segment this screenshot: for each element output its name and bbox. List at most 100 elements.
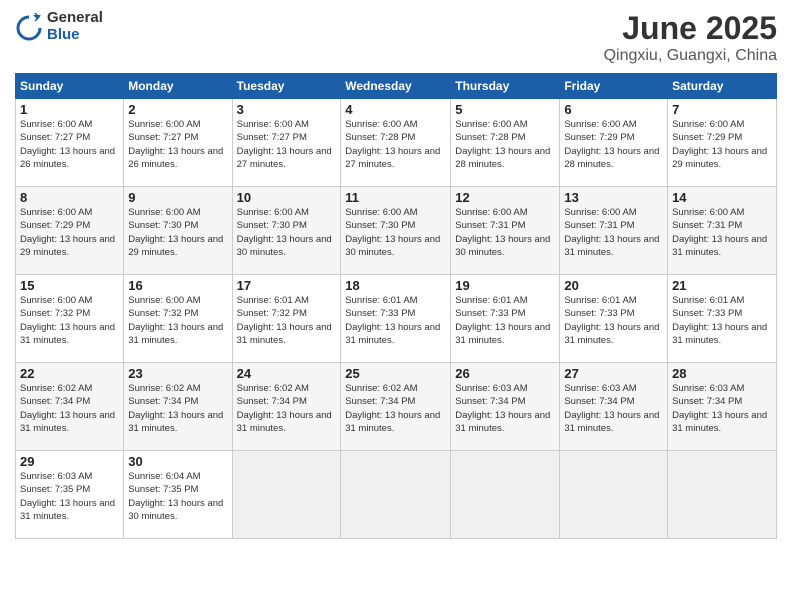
day-number: 1 — [20, 102, 119, 117]
day-number: 15 — [20, 278, 119, 293]
table-row: 11 Sunrise: 6:00 AM Sunset: 7:30 PM Dayl… — [341, 187, 451, 275]
cell-info: Sunrise: 6:01 AM Sunset: 7:33 PM Dayligh… — [672, 294, 772, 347]
header-tuesday: Tuesday — [232, 74, 341, 99]
cell-info: Sunrise: 6:01 AM Sunset: 7:33 PM Dayligh… — [564, 294, 663, 347]
day-number: 23 — [128, 366, 227, 381]
table-row: 29 Sunrise: 6:03 AM Sunset: 7:35 PM Dayl… — [16, 451, 124, 539]
calendar-table: Sunday Monday Tuesday Wednesday Thursday… — [15, 73, 777, 539]
day-number: 22 — [20, 366, 119, 381]
page: General Blue June 2025 Qingxiu, Guangxi,… — [0, 0, 792, 612]
day-number: 5 — [455, 102, 555, 117]
cell-info: Sunrise: 6:00 AM Sunset: 7:29 PM Dayligh… — [672, 118, 772, 171]
table-row: 10 Sunrise: 6:00 AM Sunset: 7:30 PM Dayl… — [232, 187, 341, 275]
cell-info: Sunrise: 6:03 AM Sunset: 7:34 PM Dayligh… — [564, 382, 663, 435]
day-number: 27 — [564, 366, 663, 381]
day-number: 8 — [20, 190, 119, 205]
cell-info: Sunrise: 6:00 AM Sunset: 7:32 PM Dayligh… — [20, 294, 119, 347]
table-row: 1 Sunrise: 6:00 AM Sunset: 7:27 PM Dayli… — [16, 99, 124, 187]
cell-info: Sunrise: 6:00 AM Sunset: 7:31 PM Dayligh… — [455, 206, 555, 259]
header-thursday: Thursday — [451, 74, 560, 99]
table-row: 4 Sunrise: 6:00 AM Sunset: 7:28 PM Dayli… — [341, 99, 451, 187]
logo-general: General — [47, 10, 103, 27]
day-number: 14 — [672, 190, 772, 205]
cell-info: Sunrise: 6:00 AM Sunset: 7:30 PM Dayligh… — [237, 206, 337, 259]
header: General Blue June 2025 Qingxiu, Guangxi,… — [15, 10, 777, 65]
table-row: 25 Sunrise: 6:02 AM Sunset: 7:34 PM Dayl… — [341, 363, 451, 451]
logo-text: General Blue — [47, 10, 103, 43]
day-number: 28 — [672, 366, 772, 381]
cell-info: Sunrise: 6:00 AM Sunset: 7:30 PM Dayligh… — [345, 206, 446, 259]
cell-info: Sunrise: 6:04 AM Sunset: 7:35 PM Dayligh… — [128, 470, 227, 523]
day-number: 18 — [345, 278, 446, 293]
table-row: 8 Sunrise: 6:00 AM Sunset: 7:29 PM Dayli… — [16, 187, 124, 275]
header-friday: Friday — [560, 74, 668, 99]
cell-info: Sunrise: 6:00 AM Sunset: 7:27 PM Dayligh… — [128, 118, 227, 171]
day-number: 16 — [128, 278, 227, 293]
table-row: 14 Sunrise: 6:00 AM Sunset: 7:31 PM Dayl… — [668, 187, 777, 275]
table-row: 22 Sunrise: 6:02 AM Sunset: 7:34 PM Dayl… — [16, 363, 124, 451]
table-row: 23 Sunrise: 6:02 AM Sunset: 7:34 PM Dayl… — [124, 363, 232, 451]
day-number: 29 — [20, 454, 119, 469]
table-row: 12 Sunrise: 6:00 AM Sunset: 7:31 PM Dayl… — [451, 187, 560, 275]
cell-info: Sunrise: 6:00 AM Sunset: 7:31 PM Dayligh… — [672, 206, 772, 259]
day-number: 10 — [237, 190, 337, 205]
table-row — [341, 451, 451, 539]
table-row: 13 Sunrise: 6:00 AM Sunset: 7:31 PM Dayl… — [560, 187, 668, 275]
day-number: 21 — [672, 278, 772, 293]
table-row: 18 Sunrise: 6:01 AM Sunset: 7:33 PM Dayl… — [341, 275, 451, 363]
day-number: 24 — [237, 366, 337, 381]
cell-info: Sunrise: 6:03 AM Sunset: 7:34 PM Dayligh… — [455, 382, 555, 435]
cell-info: Sunrise: 6:02 AM Sunset: 7:34 PM Dayligh… — [237, 382, 337, 435]
cell-info: Sunrise: 6:00 AM Sunset: 7:27 PM Dayligh… — [20, 118, 119, 171]
day-number: 19 — [455, 278, 555, 293]
day-number: 9 — [128, 190, 227, 205]
cell-info: Sunrise: 6:00 AM Sunset: 7:29 PM Dayligh… — [20, 206, 119, 259]
cell-info: Sunrise: 6:00 AM Sunset: 7:32 PM Dayligh… — [128, 294, 227, 347]
table-row: 30 Sunrise: 6:04 AM Sunset: 7:35 PM Dayl… — [124, 451, 232, 539]
day-number: 12 — [455, 190, 555, 205]
table-row: 9 Sunrise: 6:00 AM Sunset: 7:30 PM Dayli… — [124, 187, 232, 275]
day-number: 30 — [128, 454, 227, 469]
table-row: 28 Sunrise: 6:03 AM Sunset: 7:34 PM Dayl… — [668, 363, 777, 451]
table-row: 17 Sunrise: 6:01 AM Sunset: 7:32 PM Dayl… — [232, 275, 341, 363]
cell-info: Sunrise: 6:00 AM Sunset: 7:28 PM Dayligh… — [455, 118, 555, 171]
table-row — [451, 451, 560, 539]
table-row: 6 Sunrise: 6:00 AM Sunset: 7:29 PM Dayli… — [560, 99, 668, 187]
table-row — [668, 451, 777, 539]
calendar-subtitle: Qingxiu, Guangxi, China — [604, 47, 777, 65]
cell-info: Sunrise: 6:00 AM Sunset: 7:27 PM Dayligh… — [237, 118, 337, 171]
day-number: 4 — [345, 102, 446, 117]
day-number: 26 — [455, 366, 555, 381]
header-wednesday: Wednesday — [341, 74, 451, 99]
cell-info: Sunrise: 6:02 AM Sunset: 7:34 PM Dayligh… — [128, 382, 227, 435]
cell-info: Sunrise: 6:02 AM Sunset: 7:34 PM Dayligh… — [345, 382, 446, 435]
cell-info: Sunrise: 6:00 AM Sunset: 7:29 PM Dayligh… — [564, 118, 663, 171]
day-number: 3 — [237, 102, 337, 117]
cell-info: Sunrise: 6:00 AM Sunset: 7:28 PM Dayligh… — [345, 118, 446, 171]
header-monday: Monday — [124, 74, 232, 99]
day-number: 6 — [564, 102, 663, 117]
header-saturday: Saturday — [668, 74, 777, 99]
cell-info: Sunrise: 6:02 AM Sunset: 7:34 PM Dayligh… — [20, 382, 119, 435]
cell-info: Sunrise: 6:01 AM Sunset: 7:33 PM Dayligh… — [345, 294, 446, 347]
day-number: 11 — [345, 190, 446, 205]
cell-info: Sunrise: 6:00 AM Sunset: 7:31 PM Dayligh… — [564, 206, 663, 259]
calendar-title: June 2025 — [604, 10, 777, 47]
table-row: 24 Sunrise: 6:02 AM Sunset: 7:34 PM Dayl… — [232, 363, 341, 451]
cell-info: Sunrise: 6:01 AM Sunset: 7:32 PM Dayligh… — [237, 294, 337, 347]
day-number: 13 — [564, 190, 663, 205]
logo: General Blue — [15, 10, 103, 43]
table-row: 15 Sunrise: 6:00 AM Sunset: 7:32 PM Dayl… — [16, 275, 124, 363]
cell-info: Sunrise: 6:03 AM Sunset: 7:35 PM Dayligh… — [20, 470, 119, 523]
table-row — [560, 451, 668, 539]
day-number: 2 — [128, 102, 227, 117]
table-row: 27 Sunrise: 6:03 AM Sunset: 7:34 PM Dayl… — [560, 363, 668, 451]
title-section: June 2025 Qingxiu, Guangxi, China — [604, 10, 777, 65]
day-number: 25 — [345, 366, 446, 381]
table-row: 5 Sunrise: 6:00 AM Sunset: 7:28 PM Dayli… — [451, 99, 560, 187]
table-row: 16 Sunrise: 6:00 AM Sunset: 7:32 PM Dayl… — [124, 275, 232, 363]
day-number: 20 — [564, 278, 663, 293]
calendar-body: 1 Sunrise: 6:00 AM Sunset: 7:27 PM Dayli… — [16, 99, 777, 539]
day-number: 17 — [237, 278, 337, 293]
day-number: 7 — [672, 102, 772, 117]
